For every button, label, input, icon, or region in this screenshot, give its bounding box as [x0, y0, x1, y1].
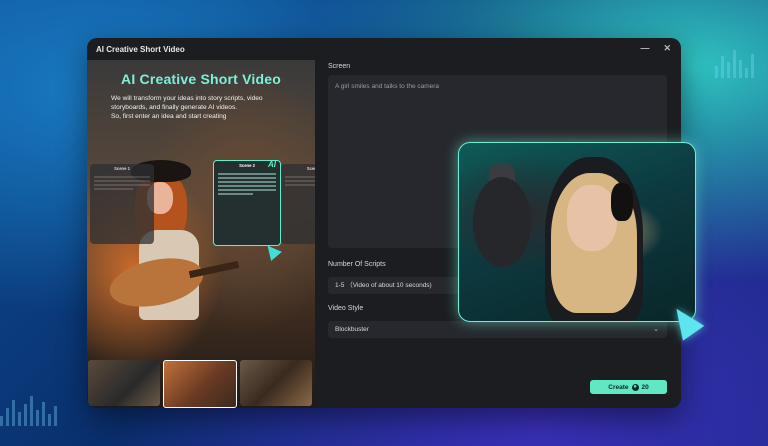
scene-card: Scene 1 [90, 164, 154, 244]
window-controls: — ✕ [640, 43, 671, 54]
preview-media-panel: AI Creative Short Video We will transfor… [87, 60, 315, 408]
scripts-label: Number Of Scripts [328, 261, 386, 268]
scene-card-text-placeholder [281, 175, 315, 186]
thumbnail-selected[interactable] [163, 360, 237, 408]
storyboard-thumbnails [87, 360, 315, 408]
generated-video-preview [458, 142, 696, 322]
style-select-value: Blockbuster [335, 326, 369, 333]
minimize-icon[interactable]: — [640, 43, 649, 54]
title-bar: AI Creative Short Video — ✕ [87, 38, 681, 60]
headphone-illustration [611, 183, 633, 221]
hero-description-line: So, first enter an idea and start creati… [111, 113, 227, 120]
screen-label: Screen [328, 63, 351, 70]
hero-description-line: We will transform your ideas into story … [111, 95, 263, 102]
create-button[interactable]: Create ● 20 [590, 380, 667, 394]
hero-description: We will transform your ideas into story … [111, 94, 311, 121]
scene-card-text-placeholder [90, 175, 154, 190]
hero-title: AI Creative Short Video [121, 71, 281, 87]
thumbnail[interactable] [88, 360, 160, 406]
scripts-select-value: 1-5 （Video of about 10 seconds) [335, 282, 432, 289]
credit-coin-icon: ● [631, 383, 639, 391]
create-cost: 20 [641, 383, 649, 391]
style-select[interactable]: Blockbuster ⌄ [328, 321, 667, 338]
person-illustration [567, 185, 617, 251]
decorative-sound-bars-left [0, 396, 57, 426]
microphone-illustration [473, 177, 531, 267]
chevron-down-icon: ⌄ [653, 326, 659, 333]
style-label: Video Style [328, 305, 364, 312]
hero-description-line: storyboards, and finally generate AI vid… [111, 104, 238, 111]
scene-card-title: Scene [306, 166, 315, 171]
window-title: AI Creative Short Video [96, 44, 185, 54]
thumbnail[interactable] [240, 360, 312, 406]
scene-card-text-placeholder [214, 172, 280, 195]
scene-card: Scene [281, 164, 315, 244]
screen-input-text: A girl smiles and talks to the camera [335, 83, 440, 90]
decorative-sound-bars-right [715, 50, 754, 78]
create-button-label: Create [608, 383, 629, 391]
close-icon[interactable]: ✕ [663, 43, 671, 54]
scene-card-title: Scene 1 [114, 166, 130, 171]
scene-card-active: Scene 2 AI [213, 160, 281, 246]
ai-badge: AI [268, 160, 276, 169]
